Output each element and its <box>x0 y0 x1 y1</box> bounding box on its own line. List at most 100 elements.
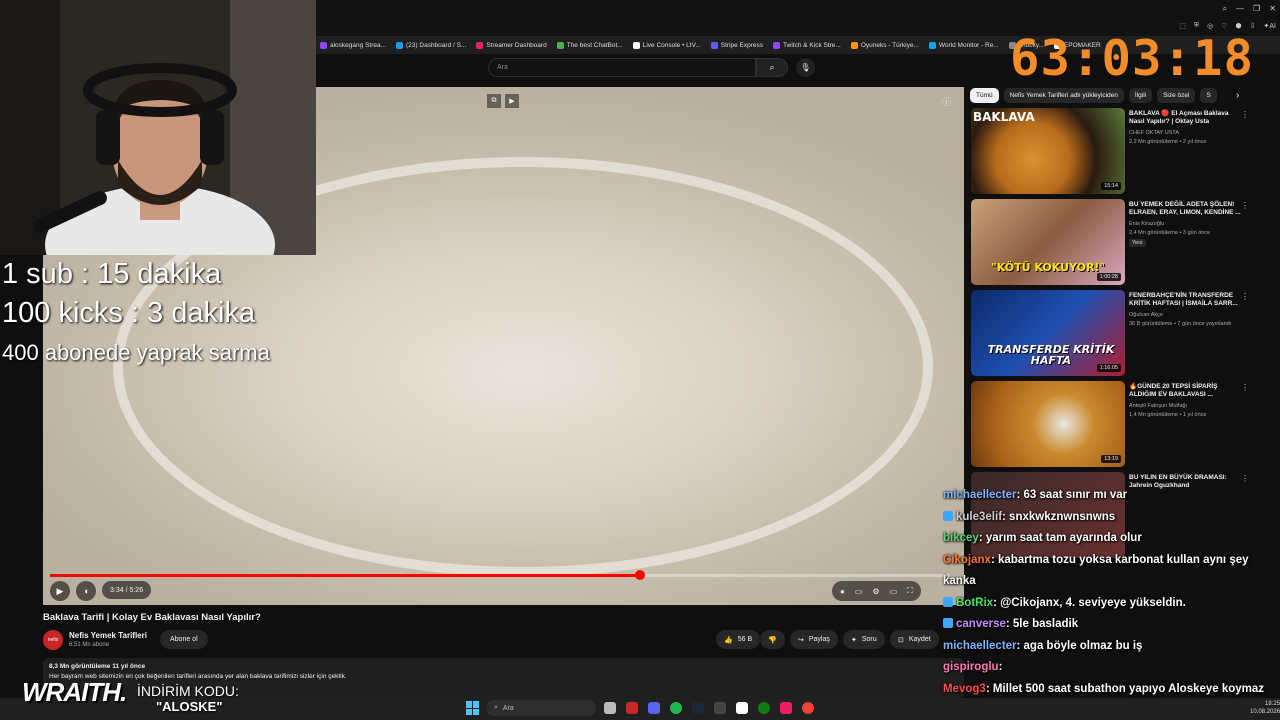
chat-username[interactable]: canverse <box>956 618 1006 630</box>
chat-username[interactable]: Cikojanx <box>943 554 991 566</box>
extension-icon[interactable]: ⬢ <box>1236 22 1242 30</box>
bookmark-item[interactable]: aloskegang Strea... <box>320 41 387 49</box>
bookmark-item[interactable]: Oyuneks - Türkiye... <box>850 41 919 49</box>
subtitles-icon[interactable]: ▭ <box>855 587 863 596</box>
play-button[interactable]: ▶ <box>50 581 70 601</box>
video-thumbnail[interactable]: TRANSFERDE KRİTİK HAFTA 1:16:05 <box>971 290 1125 376</box>
channel-name[interactable]: Nefis Yemek Tarifleri <box>69 631 147 640</box>
bookmark-item[interactable]: Live Console • LIV... <box>632 41 701 49</box>
dislike-button[interactable]: 👎 <box>760 630 785 649</box>
chat-username[interactable]: gispiroglu <box>943 661 999 673</box>
video-channel[interactable]: Enis Kirazoğlu <box>1129 221 1164 227</box>
chat-message: michaellecter: aga böyle olmaz bu iş <box>943 636 1273 658</box>
discord-icon[interactable] <box>648 702 660 714</box>
play-icon: ▶ <box>56 585 64 596</box>
bookmark-label: aloskegang Strea... <box>330 41 387 49</box>
chat-badge-icon <box>943 510 953 521</box>
search-button[interactable]: ⌕ <box>756 58 788 77</box>
more-options-icon[interactable]: ⋮ <box>1241 292 1249 301</box>
opera-gx-icon[interactable] <box>626 702 638 714</box>
bookmark-label: World Monitor - Re... <box>938 41 999 49</box>
search-icon[interactable]: ⌕ <box>1223 4 1227 14</box>
extension-icon[interactable]: ◎ <box>1207 22 1213 30</box>
bookmark-item[interactable]: Twitch & Kick Stre... <box>773 41 841 49</box>
chevron-right-icon[interactable]: › <box>1236 90 1239 101</box>
video-title[interactable]: 🔥GÜNDE 20 TEPSİ SİPARİŞ ALDIĞIM EV BAKLA… <box>1129 383 1241 399</box>
steam-icon[interactable] <box>692 702 704 714</box>
views-line: 8,3 Mn görüntüleme 11 yıl önce <box>49 663 146 670</box>
save-button[interactable]: ⊡ Kaydet <box>890 630 939 649</box>
bookmark-favicon-icon <box>928 41 936 49</box>
app-icon[interactable] <box>714 702 726 714</box>
volume-button[interactable]: ◖ <box>76 581 96 601</box>
ai-icon[interactable]: ✦AI <box>1264 22 1276 30</box>
voice-search-button[interactable]: 🎙 <box>796 58 815 77</box>
epic-icon[interactable] <box>736 702 748 714</box>
more-options-icon[interactable]: ⋮ <box>1241 474 1249 483</box>
filter-chip[interactable]: S <box>1200 88 1217 103</box>
video-thumbnail[interactable]: 13:19 <box>971 381 1125 467</box>
task-view-icon[interactable] <box>604 702 616 714</box>
more-options-icon[interactable]: ⋮ <box>1241 383 1249 392</box>
video-title[interactable]: BU YEMEK DEĞİL ADETA ŞÖLEN! ELRAEN, ERAY… <box>1129 201 1241 217</box>
app-icon[interactable] <box>780 702 792 714</box>
filter-chip[interactable]: Size özel <box>1157 88 1196 103</box>
subathon-timer: 63:03:18 <box>1010 30 1255 87</box>
spotify-icon[interactable] <box>670 702 682 714</box>
bookmark-item[interactable]: (23) Dashboard / S... <box>396 41 466 49</box>
theater-icon[interactable]: ▭ <box>890 587 898 596</box>
system-clock[interactable]: 18:25 10.08.2026 <box>1250 700 1280 716</box>
miniplayer-icon[interactable]: ⧉ <box>487 94 501 108</box>
search-input[interactable]: Ara <box>488 58 756 77</box>
share-button[interactable]: ↪ Paylaş <box>790 630 838 649</box>
video-thumbnail[interactable]: BAKLAVA 15:14 <box>971 108 1125 194</box>
chat-username[interactable]: BotRix <box>956 597 993 609</box>
video-title[interactable]: BAKLAVA 🔴 El Açması Baklava Nasıl Yapılı… <box>1129 110 1241 126</box>
video-channel[interactable]: Antepli Fatoşun Mutfağı <box>1129 403 1187 409</box>
extension-icon[interactable]: ⬚ <box>1179 22 1186 30</box>
chat-username[interactable]: bikcey <box>943 532 979 544</box>
info-icon[interactable]: ⓘ <box>942 95 951 108</box>
fullscreen-icon[interactable]: ⛶ <box>907 586 913 596</box>
xbox-icon[interactable] <box>758 702 770 714</box>
windows-start-icon[interactable] <box>466 701 480 715</box>
bookmark-item[interactable]: Stripe Express <box>710 41 763 49</box>
channel-avatar[interactable]: nefis <box>43 630 63 650</box>
chat-username[interactable]: kule3elif <box>956 511 1002 523</box>
more-options-icon[interactable]: ⋮ <box>1241 110 1249 119</box>
bookmark-item[interactable]: Streamer Dashboard <box>476 41 547 49</box>
recommended-video[interactable]: 13:19 🔥GÜNDE 20 TEPSİ SİPARİŞ ALDIĞIM EV … <box>971 381 1271 467</box>
video-title[interactable]: FENERBAHÇE'NİN TRANSFERDE KRİTİK HAFTASI… <box>1129 292 1241 308</box>
filter-chip[interactable]: Nefis Yemek Tarifleri adlı yükleyiciden <box>1003 88 1124 103</box>
chat-username[interactable]: michaellecter <box>943 489 1017 501</box>
autoplay-toggle[interactable]: ● <box>840 587 845 596</box>
like-button[interactable]: 👍 56 B <box>716 630 761 649</box>
filter-chip[interactable]: İlgili <box>1128 88 1153 103</box>
minimize-icon[interactable]: — <box>1236 4 1244 14</box>
chat-username[interactable]: michaellecter <box>943 640 1017 652</box>
bookmark-item[interactable]: The best ChatBot... <box>556 41 623 49</box>
heart-icon[interactable]: ♡ <box>1221 22 1227 30</box>
more-options-icon[interactable]: ⋮ <box>1241 201 1249 210</box>
app-icon[interactable] <box>802 702 814 714</box>
recommended-video[interactable]: TRANSFERDE KRİTİK HAFTA 1:16:05 FENERBAHÇE… <box>971 290 1271 376</box>
settings-icon[interactable]: ⚙ <box>872 587 879 596</box>
video-channel[interactable]: CHEF OKTAY USTA <box>1129 130 1179 136</box>
maximize-icon[interactable]: ❐ <box>1253 4 1260 14</box>
shield-icon[interactable]: ⛨ <box>1194 22 1199 30</box>
next-icon[interactable]: ▶ <box>505 94 519 108</box>
taskbar-search[interactable]: ⌕ Ara <box>486 700 596 716</box>
bookmark-item[interactable]: World Monitor - Re... <box>928 41 999 49</box>
recommended-video[interactable]: BAKLAVA 15:14 BAKLAVA 🔴 El Açması Baklava … <box>971 108 1271 194</box>
download-icon[interactable]: ⇩ <box>1250 22 1256 30</box>
video-thumbnail[interactable]: "KÖTÜ KOKUYOR!" 1:00:28 <box>971 199 1125 285</box>
chat-username[interactable]: Mevog3 <box>943 683 986 695</box>
close-icon[interactable]: ✕ <box>1269 4 1276 14</box>
recommended-video[interactable]: "KÖTÜ KOKUYOR!" 1:00:28 BU YEMEK DEĞİL ADE… <box>971 199 1271 285</box>
filter-chip[interactable]: Tümü <box>970 88 999 103</box>
bookmark-label: Oyuneks - Türkiye... <box>860 41 919 49</box>
bookmark-label: Live Console • LIV... <box>642 41 701 49</box>
ask-button[interactable]: ✦ Soru <box>843 630 885 649</box>
video-channel[interactable]: Oğulcan Akçe <box>1129 312 1163 318</box>
subscribe-button[interactable]: Abone ol <box>160 630 208 649</box>
